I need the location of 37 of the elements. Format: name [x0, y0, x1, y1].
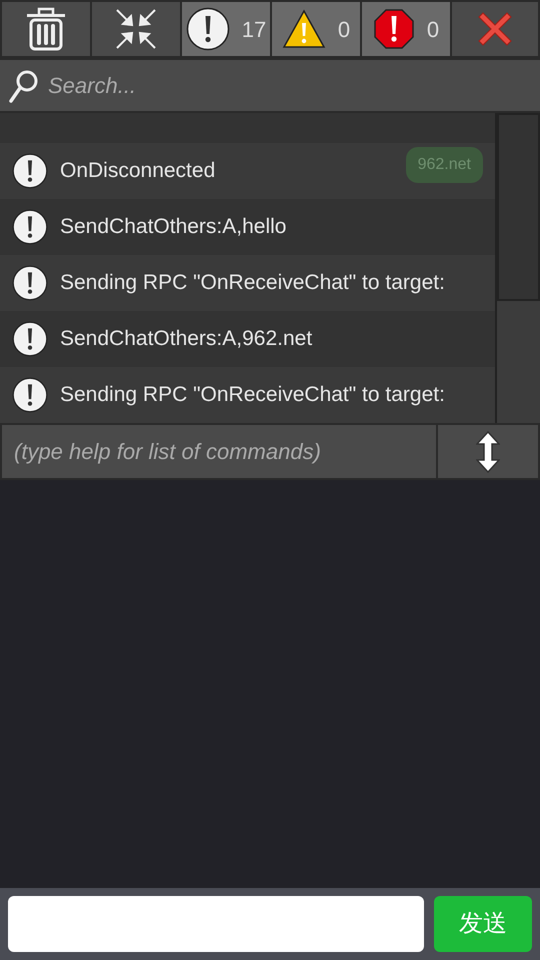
- warning-triangle-icon: [282, 9, 326, 49]
- search-input[interactable]: Search...: [48, 69, 532, 102]
- collapse-arrows-icon: [115, 8, 157, 50]
- log-message: SendChatOthers:A,962.net: [60, 326, 312, 352]
- close-button[interactable]: [452, 2, 538, 56]
- scrollbar[interactable]: [495, 113, 540, 423]
- exclamation-circle-icon: [12, 153, 48, 189]
- log-entry[interactable]: Sending RPC "OnReceiveChat" to target:: [0, 255, 495, 311]
- chat-input-field[interactable]: [8, 896, 424, 952]
- warning-filter-button[interactable]: 0: [272, 2, 360, 56]
- trash-icon: [26, 7, 66, 51]
- log-message: Sending RPC "OnReceiveChat" to target:: [60, 382, 445, 408]
- log-message: SendChatOthers:A,hello: [60, 214, 286, 240]
- log-message: OnDisconnected: [60, 158, 216, 184]
- error-octagon-icon: [372, 8, 415, 50]
- search-field[interactable]: Search...: [0, 58, 540, 113]
- exclamation-circle-icon: [12, 321, 48, 357]
- message-count: 17: [242, 16, 266, 44]
- info-filter-button[interactable]: 17: [182, 2, 270, 56]
- resize-button[interactable]: [438, 425, 538, 478]
- exclamation-circle-icon: [12, 377, 48, 413]
- log-entry[interactable]: SendChatOthers:A,962.net: [0, 311, 495, 367]
- scrollbar-thumb[interactable]: [497, 113, 540, 301]
- search-icon: [8, 68, 40, 104]
- exclamation-circle-icon: [12, 265, 48, 301]
- command-field[interactable]: (type help for list of commands): [2, 425, 436, 478]
- exclamation-circle-icon: [12, 209, 48, 245]
- clear-button[interactable]: [2, 2, 90, 56]
- collapse-button[interactable]: [92, 2, 180, 56]
- message-count: 0: [426, 16, 440, 44]
- log-entry[interactable]: Sending RPC "OnReceiveChat" to target:: [0, 367, 495, 423]
- message-count: 0: [338, 16, 350, 44]
- log-entry[interactable]: SendChatOthers:A,hello: [0, 199, 495, 255]
- exclamation-circle-icon: [186, 7, 230, 51]
- error-filter-button[interactable]: 0: [362, 2, 450, 56]
- vertical-arrows-icon: [476, 430, 500, 472]
- log-message: Sending RPC "OnReceiveChat" to target:: [60, 270, 445, 296]
